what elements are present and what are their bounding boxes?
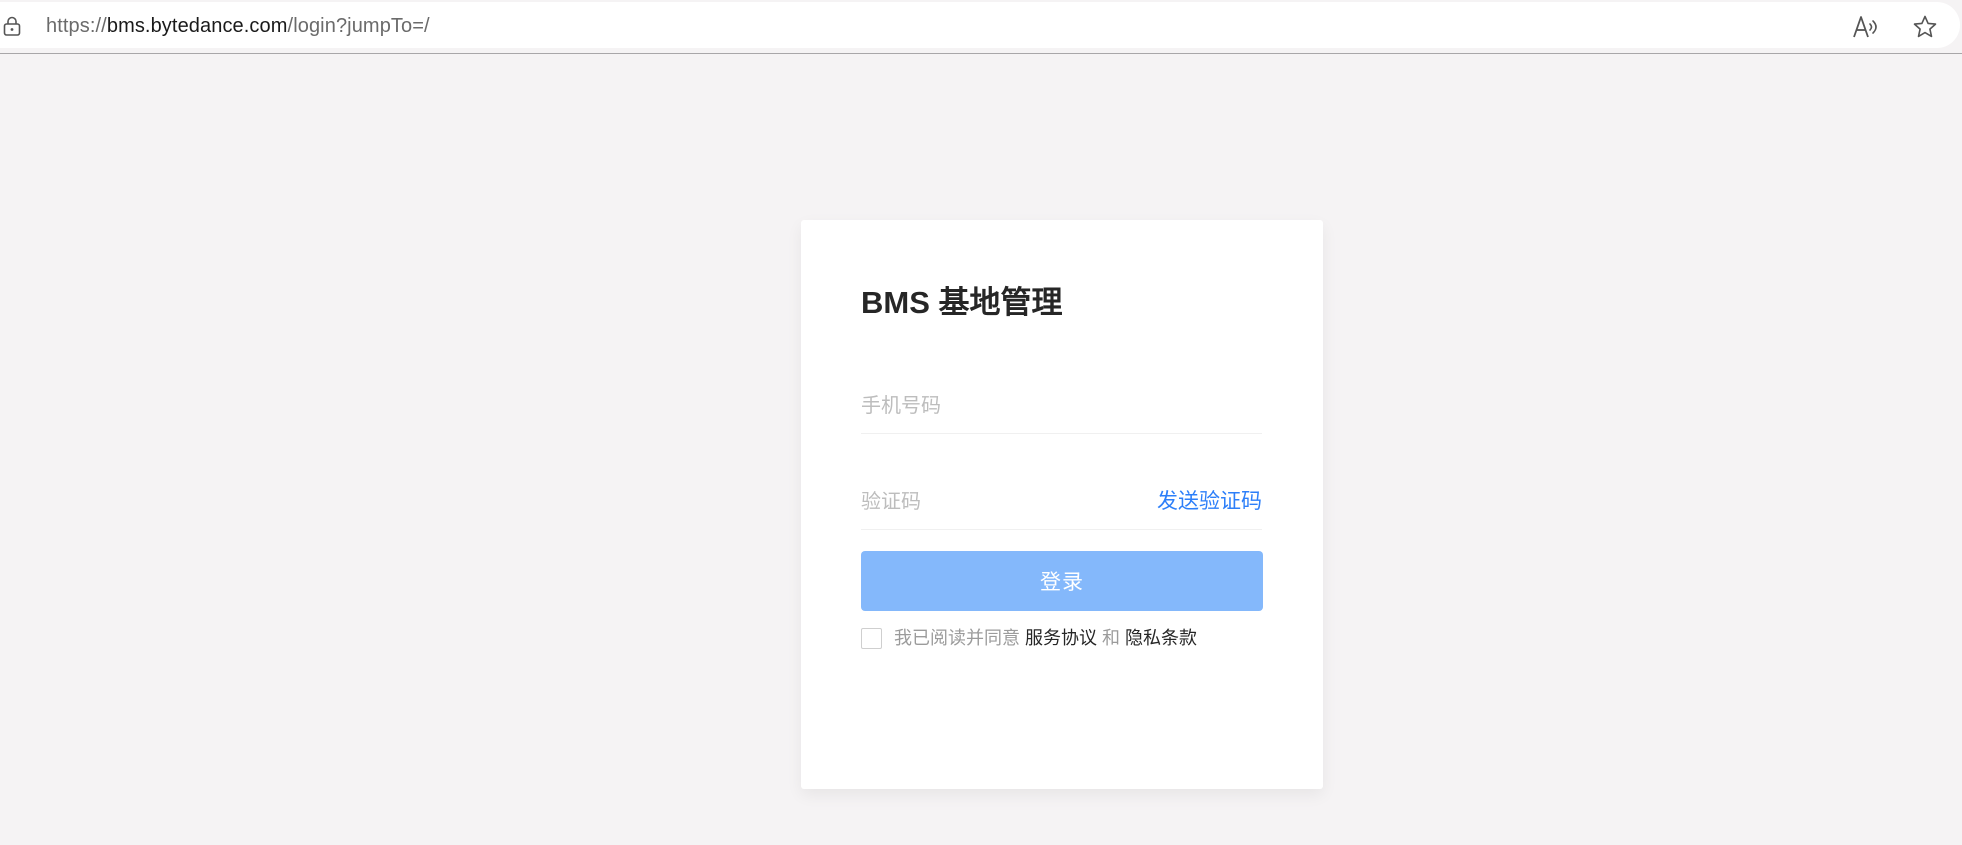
read-aloud-icon[interactable] — [1852, 13, 1882, 41]
service-agreement-link[interactable]: 服务协议 — [1025, 628, 1097, 648]
agreement-prefix: 我已阅读并同意 — [894, 628, 1020, 648]
agreement-checkbox[interactable] — [861, 628, 882, 649]
url-field[interactable]: https://bms.bytedance.com/login?jumpTo=/ — [0, 2, 1960, 48]
login-card: BMS 基地管理 发送验证码 登录 我已阅读并同意 服务协议 和 隐私条款 — [801, 220, 1323, 789]
lock-icon[interactable] — [2, 16, 22, 36]
phone-field — [861, 378, 1262, 434]
privacy-policy-link[interactable]: 隐私条款 — [1125, 628, 1197, 648]
login-button[interactable]: 登录 — [861, 551, 1263, 611]
page-title: BMS 基地管理 — [861, 285, 1063, 320]
phone-input[interactable] — [861, 390, 1121, 422]
verification-code-field: 发送验证码 — [861, 474, 1262, 530]
star-icon[interactable] — [1912, 14, 1938, 40]
url-text[interactable]: https://bms.bytedance.com/login?jumpTo=/ — [46, 13, 430, 39]
verification-code-input[interactable] — [861, 486, 1121, 518]
url-host: bms.bytedance.com — [106, 15, 288, 37]
url-prefix: https:// — [46, 15, 107, 37]
send-code-button[interactable]: 发送验证码 — [1157, 488, 1262, 516]
agreement-conjunction: 和 — [1102, 628, 1121, 648]
url-path: /login?jumpTo=/ — [287, 15, 430, 37]
browser-address-bar: https://bms.bytedance.com/login?jumpTo=/ — [0, 0, 1962, 54]
agreement-text: 我已阅读并同意 服务协议 和 隐私条款 — [894, 624, 1197, 652]
